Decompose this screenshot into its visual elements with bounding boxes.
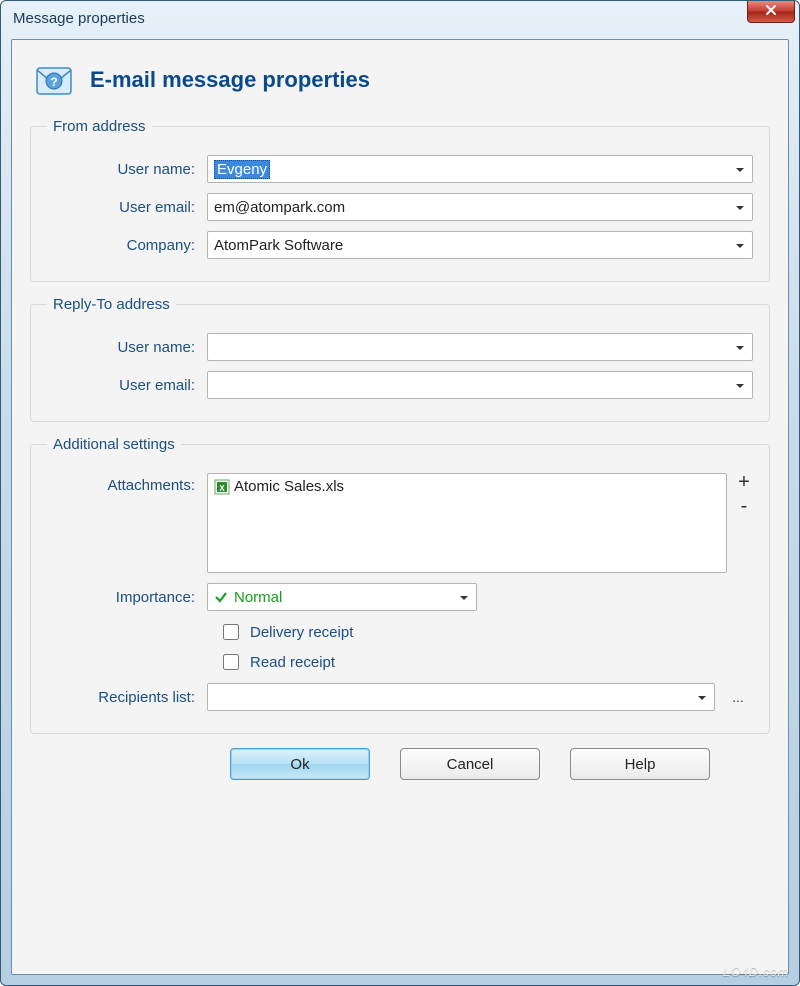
attachment-filename: Atomic Sales.xls <box>234 478 344 495</box>
read-receipt-label: Read receipt <box>250 654 335 671</box>
check-icon <box>214 590 228 604</box>
reply-to-legend: Reply-To address <box>47 296 176 313</box>
recipients-list-select[interactable] <box>207 683 715 711</box>
read-receipt-checkbox[interactable] <box>223 654 239 670</box>
delivery-receipt-label: Delivery receipt <box>250 624 353 641</box>
from-company-input[interactable]: AtomPark Software <box>207 231 753 259</box>
remove-attachment-button[interactable]: - <box>741 497 748 515</box>
chevron-down-icon <box>734 201 746 213</box>
ok-button[interactable]: Ok <box>230 748 370 780</box>
chevron-down-icon <box>734 239 746 251</box>
user-name-label: User name: <box>47 161 207 178</box>
attachments-list[interactable]: X Atomic Sales.xls <box>207 473 727 573</box>
chevron-down-icon <box>696 691 708 703</box>
svg-text:X: X <box>219 484 225 493</box>
recipients-browse-button[interactable]: ... <box>723 683 753 711</box>
company-label: Company: <box>47 237 207 254</box>
client-area: ? E-mail message properties From address… <box>11 39 789 975</box>
from-user-name-input[interactable]: Evgeny <box>207 155 753 183</box>
page-title: E-mail message properties <box>90 67 370 93</box>
svg-text:?: ? <box>50 75 57 89</box>
from-company-value: AtomPark Software <box>214 237 343 254</box>
recipients-list-label: Recipients list: <box>47 689 207 706</box>
header: ? E-mail message properties <box>30 54 770 118</box>
add-attachment-button[interactable]: + <box>738 473 750 491</box>
chevron-down-icon <box>734 341 746 353</box>
cancel-button[interactable]: Cancel <box>400 748 540 780</box>
titlebar[interactable]: Message properties <box>1 1 799 35</box>
from-user-name-value: Evgeny <box>214 160 270 179</box>
envelope-question-icon: ? <box>34 60 74 100</box>
dialog-window: Message properties ? E-mail message prop… <box>0 0 800 986</box>
ellipsis-icon: ... <box>732 689 744 705</box>
reply-user-name-label: User name: <box>47 339 207 356</box>
dialog-button-row: Ok Cancel Help <box>30 748 770 780</box>
chevron-down-icon <box>734 379 746 391</box>
attachments-label: Attachments: <box>47 473 207 494</box>
user-email-label: User email: <box>47 199 207 216</box>
reply-to-group: Reply-To address User name: User email: <box>30 296 770 422</box>
window-title: Message properties <box>13 10 145 27</box>
chevron-down-icon <box>458 591 470 603</box>
delivery-receipt-checkbox[interactable] <box>223 624 239 640</box>
help-button[interactable]: Help <box>570 748 710 780</box>
reply-user-email-input[interactable] <box>207 371 753 399</box>
additional-settings-legend: Additional settings <box>47 436 181 453</box>
reply-user-email-label: User email: <box>47 377 207 394</box>
xls-file-icon: X <box>214 479 230 495</box>
from-address-legend: From address <box>47 118 152 135</box>
close-button[interactable] <box>747 1 795 23</box>
attachment-item[interactable]: X Atomic Sales.xls <box>214 478 720 495</box>
importance-select[interactable]: Normal <box>207 583 477 611</box>
chevron-down-icon <box>734 163 746 175</box>
close-icon <box>765 3 777 20</box>
from-user-email-value: em@atompark.com <box>214 199 345 216</box>
importance-label: Importance: <box>47 589 207 606</box>
from-address-group: From address User name: Evgeny User emai… <box>30 118 770 282</box>
importance-value: Normal <box>234 589 282 606</box>
additional-settings-group: Additional settings Attachments: X <box>30 436 770 734</box>
reply-user-name-input[interactable] <box>207 333 753 361</box>
from-user-email-input[interactable]: em@atompark.com <box>207 193 753 221</box>
